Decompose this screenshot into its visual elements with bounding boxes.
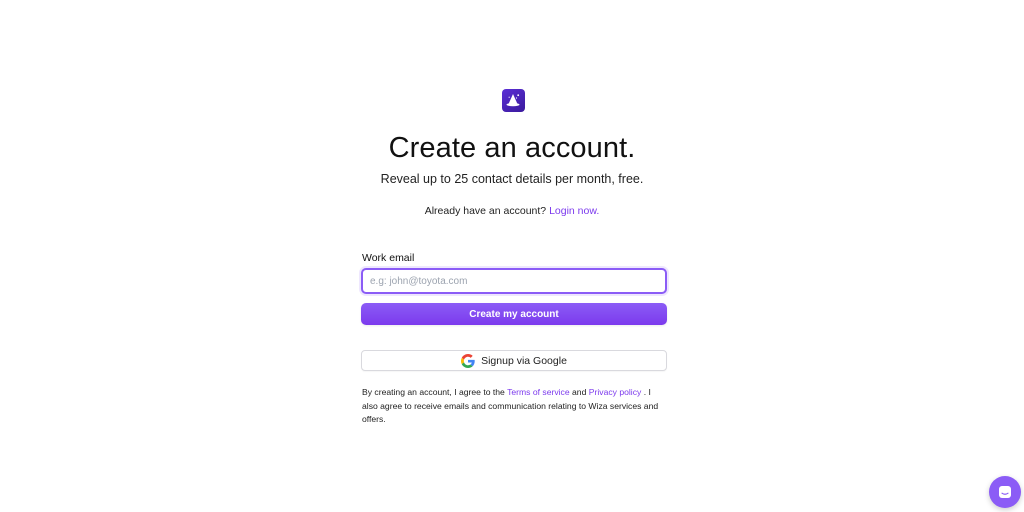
app-logo bbox=[502, 89, 525, 112]
chat-launcher-button[interactable] bbox=[989, 476, 1021, 508]
signup-page: Create an account. Reveal up to 25 conta… bbox=[0, 0, 1024, 512]
terms-text: By creating an account, I agree to the T… bbox=[362, 386, 668, 427]
page-title: Create an account. bbox=[388, 132, 636, 164]
google-g-icon bbox=[461, 353, 475, 368]
google-signup-button[interactable]: Signup via Google bbox=[361, 350, 667, 371]
page-subtitle: Reveal up to 25 contact details per mont… bbox=[380, 172, 644, 186]
google-signup-label: Signup via Google bbox=[481, 354, 567, 367]
wizard-hat-icon bbox=[506, 94, 520, 107]
chat-icon bbox=[999, 486, 1011, 498]
terms-and: and bbox=[572, 387, 587, 397]
email-field[interactable] bbox=[361, 268, 667, 294]
terms-of-service-link[interactable]: Terms of service bbox=[507, 387, 570, 397]
email-label: Work email bbox=[362, 252, 415, 264]
login-prompt: Already have an account? Login now. bbox=[0, 205, 1024, 217]
create-account-button[interactable]: Create my account bbox=[361, 303, 667, 325]
privacy-policy-link[interactable]: Privacy policy bbox=[589, 387, 642, 397]
login-link[interactable]: Login now. bbox=[549, 205, 599, 217]
signup-form: Work email Create my account bbox=[361, 252, 667, 325]
login-prompt-text: Already have an account? bbox=[424, 205, 547, 217]
terms-prefix: By creating an account, I agree to the bbox=[362, 387, 505, 397]
